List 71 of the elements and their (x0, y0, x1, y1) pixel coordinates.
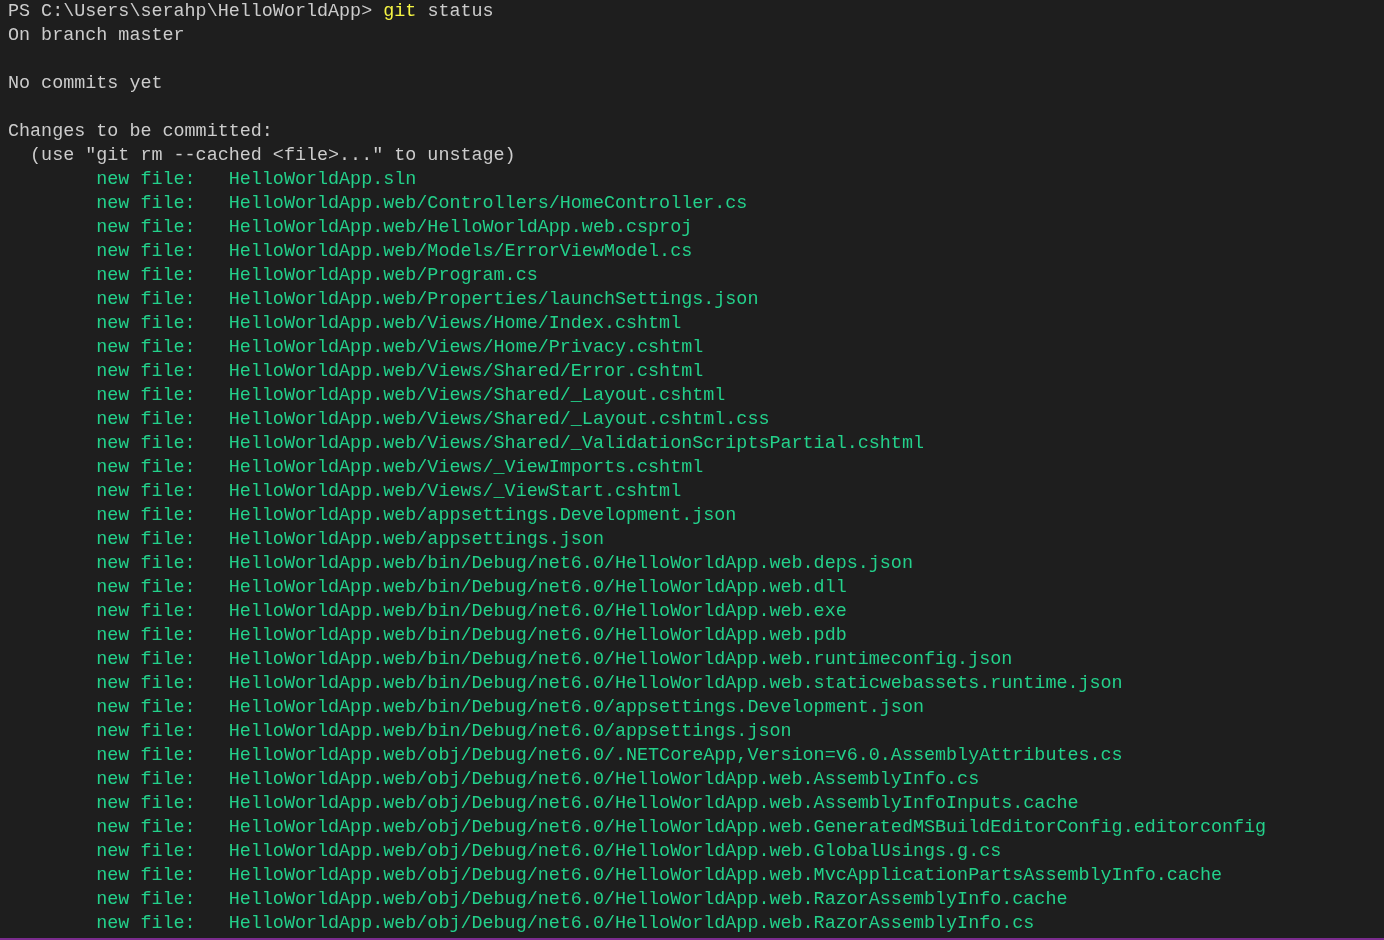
file-path: HelloWorldApp.web/bin/Debug/net6.0/HelloWorldApp.web.staticwebassets.runtime.json (228, 672, 1123, 696)
file-status: new file: (96, 672, 197, 696)
file-path: HelloWorldApp.web/obj/Debug/net6.0/HelloWorldApp.web.GlobalUsings.g.cs (228, 840, 1002, 864)
file-path: HelloWorldApp.web/obj/Debug/net6.0/HelloWorldApp.web.RazorAssemblyInfo.cs (228, 912, 1035, 936)
file-path: HelloWorldApp.web/Properties/launchSettings.json (228, 288, 759, 312)
file-status: new file: (96, 336, 197, 360)
file-path: HelloWorldApp.web/bin/Debug/net6.0/appsettings.Development.json (228, 696, 924, 720)
file-path: HelloWorldApp.web/obj/Debug/net6.0/HelloWorldApp.web.MvcApplicationPartsAssemblyInfo.cache (228, 864, 1222, 888)
file-status: new file: (96, 624, 197, 648)
file-status: new file: (96, 864, 197, 888)
file-path: HelloWorldApp.web/HelloWorldApp.web.csproj (228, 216, 693, 240)
file-path: HelloWorldApp.web/Models/ErrorViewModel.cs (228, 240, 693, 264)
file-path: HelloWorldApp.web/bin/Debug/net6.0/HelloWorldApp.web.pdb (228, 624, 847, 648)
file-path: HelloWorldApp.sln (228, 168, 417, 192)
file-status: new file: (96, 768, 197, 792)
file-status: new file: (96, 648, 197, 672)
file-status: new file: (96, 192, 197, 216)
file-status: new file: (96, 528, 197, 552)
file-path: HelloWorldApp.web/bin/Debug/net6.0/HelloWorldApp.web.dll (228, 576, 847, 600)
file-path: HelloWorldApp.web/obj/Debug/net6.0/HelloWorldApp.web.AssemblyInfo.cs (228, 768, 980, 792)
file-status: new file: (96, 720, 197, 744)
file-status: new file: (96, 456, 197, 480)
file-status: new file: (96, 816, 197, 840)
file-path: HelloWorldApp.web/Views/Shared/_Layout.cshtml (228, 384, 726, 408)
file-status: new file: (96, 312, 197, 336)
file-path: HelloWorldApp.web/bin/Debug/net6.0/appsettings.json (228, 720, 792, 744)
file-status: new file: (96, 216, 197, 240)
file-path: HelloWorldApp.web/Views/Home/Index.cshtml (228, 312, 682, 336)
command-name: git (383, 0, 417, 24)
file-status: new file: (96, 600, 197, 624)
file-path: HelloWorldApp.web/Views/Shared/_Layout.cshtml.css (228, 408, 770, 432)
file-status: new file: (96, 840, 197, 864)
file-status: new file: (96, 480, 197, 504)
file-path: HelloWorldApp.web/Views/_ViewStart.cshtml (228, 480, 682, 504)
file-path: HelloWorldApp.web/bin/Debug/net6.0/HelloWorldApp.web.exe (228, 600, 847, 624)
file-status: new file: (96, 888, 197, 912)
file-status: new file: (96, 792, 197, 816)
file-status: new file: (96, 696, 197, 720)
prompt-path: PS C:\Users\serahp\HelloWorldApp> (8, 0, 373, 24)
file-path: HelloWorldApp.web/Views/_ViewImports.cshtml (228, 456, 704, 480)
file-status: new file: (96, 264, 197, 288)
output-text: No commits yet (8, 72, 163, 96)
file-status: new file: (96, 240, 197, 264)
file-path: HelloWorldApp.web/appsettings.json (228, 528, 604, 552)
file-path: HelloWorldApp.web/Views/Home/Privacy.cshtml (228, 336, 704, 360)
file-path: HelloWorldApp.web/appsettings.Development.json (228, 504, 737, 528)
file-path: HelloWorldApp.web/obj/Debug/net6.0/.NETCoreApp,Version=v6.0.AssemblyAttributes.cs (228, 744, 1123, 768)
output-text: On branch master (8, 24, 185, 48)
file-status: new file: (96, 504, 197, 528)
command-argument: status (427, 0, 494, 24)
file-status: new file: (96, 912, 197, 936)
file-status: new file: (96, 168, 197, 192)
file-path: HelloWorldApp.web/Program.cs (228, 264, 538, 288)
file-status: new file: (96, 552, 197, 576)
file-status: new file: (96, 432, 197, 456)
file-path: HelloWorldApp.web/Controllers/HomeController.cs (228, 192, 748, 216)
file-path: HelloWorldApp.web/bin/Debug/net6.0/HelloWorldApp.web.runtimeconfig.json (228, 648, 1013, 672)
file-path: HelloWorldApp.web/obj/Debug/net6.0/HelloWorldApp.web.GeneratedMSBuildEditorConfig.editorconfig (228, 816, 1267, 840)
file-status: new file: (96, 360, 197, 384)
file-status: new file: (96, 288, 197, 312)
file-status: new file: (96, 576, 197, 600)
file-status: new file: (96, 744, 197, 768)
output-text: Changes to be committed: (8, 120, 273, 144)
hint-text: (use "git rm --cached <file>..." to unstage) (30, 144, 516, 168)
file-path: HelloWorldApp.web/bin/Debug/net6.0/HelloWorldApp.web.deps.json (228, 552, 913, 576)
file-status: new file: (96, 384, 197, 408)
file-path: HelloWorldApp.web/Views/Shared/Error.cshtml (228, 360, 704, 384)
file-path: HelloWorldApp.web/Views/Shared/_ValidationScriptsPartial.cshtml (228, 432, 924, 456)
file-path: HelloWorldApp.web/obj/Debug/net6.0/HelloWorldApp.web.AssemblyInfoInputs.cache (228, 792, 1079, 816)
file-status: new file: (96, 408, 197, 432)
file-path: HelloWorldApp.web/obj/Debug/net6.0/HelloWorldApp.web.RazorAssemblyInfo.cache (228, 888, 1068, 912)
